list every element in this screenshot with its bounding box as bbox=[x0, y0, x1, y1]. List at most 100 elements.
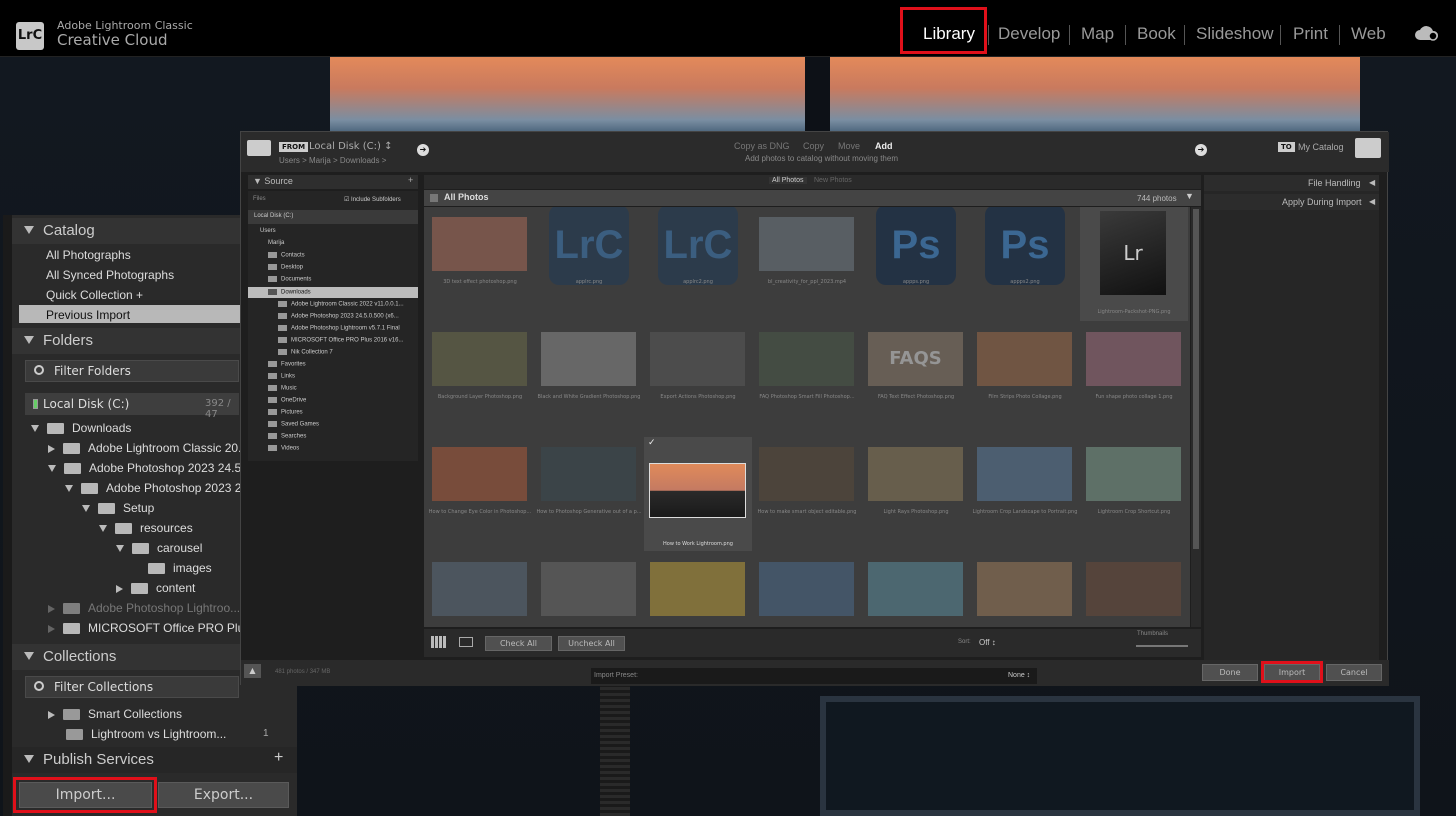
thumbnail-cell[interactable]: Lightroom Crop Landscape to Portrait.png bbox=[971, 437, 1079, 551]
thumbnail-cell[interactable] bbox=[862, 552, 970, 627]
collapse-up-icon[interactable]: ▲ bbox=[244, 664, 261, 678]
thumbnail-cell[interactable]: How to Change Eye Color in Photoshop... bbox=[426, 437, 534, 551]
add-publish-icon[interactable]: + bbox=[274, 749, 283, 767]
module-develop[interactable]: Develop bbox=[998, 24, 1060, 44]
sort-dropdown[interactable]: Off ↕ bbox=[979, 638, 996, 647]
collection-lightroom-vs[interactable]: Lightroom vs Lightroom... bbox=[66, 727, 226, 741]
grid-scrollbar[interactable] bbox=[1191, 207, 1201, 627]
catalog-all-synced[interactable]: All Synced Photographs bbox=[46, 268, 174, 282]
mode-add[interactable]: Add bbox=[875, 141, 893, 151]
module-book[interactable]: Book bbox=[1137, 24, 1176, 44]
thumbnail-cell[interactable] bbox=[426, 552, 534, 627]
thumbnail-cell[interactable]: FAQS FAQ Text Effect Photoshop.png bbox=[862, 322, 970, 436]
thumbnail-cell[interactable]: bl_creativity_for_ppl_2023.mp4 bbox=[753, 207, 861, 321]
checkmark-icon[interactable]: ✓ bbox=[648, 438, 656, 448]
done-button[interactable]: Done bbox=[1202, 664, 1258, 681]
folder-carousel[interactable]: carousel bbox=[116, 541, 202, 555]
folder-images[interactable]: images bbox=[148, 561, 212, 575]
checkbox-all-icon[interactable] bbox=[430, 194, 438, 202]
cloud-sync-icon[interactable] bbox=[1414, 24, 1440, 42]
tree-ps-2023[interactable]: Adobe Photoshop 2023 24.5.0.500 (x6... bbox=[278, 313, 399, 320]
tab-all-photos[interactable]: All Photos bbox=[769, 177, 807, 184]
tree-links[interactable]: Links bbox=[268, 373, 295, 380]
filter-collections-input[interactable]: Filter Collections bbox=[25, 676, 239, 698]
tree-pictures[interactable]: Pictures bbox=[268, 409, 303, 416]
thumbnail-cell[interactable] bbox=[753, 552, 861, 627]
import-preset-bar[interactable]: Import Preset: None ↕ bbox=[591, 668, 1037, 684]
module-slideshow[interactable]: Slideshow bbox=[1196, 24, 1274, 44]
thumbnail-cell[interactable] bbox=[644, 552, 752, 627]
tree-documents[interactable]: Documents bbox=[268, 276, 311, 283]
check-all-button[interactable]: Check All bbox=[485, 636, 552, 651]
mode-copy-dng[interactable]: Copy as DNG bbox=[734, 141, 790, 151]
tree-contacts[interactable]: Contacts bbox=[268, 252, 305, 259]
folder-setup[interactable]: Setup bbox=[82, 501, 154, 515]
tree-users[interactable]: Users bbox=[260, 228, 276, 234]
grid-view-icon[interactable] bbox=[431, 636, 447, 648]
thumbnail-cell[interactable]: Fun shape photo collage 1.png bbox=[1080, 322, 1188, 436]
include-subfolders-checkbox[interactable]: ☑ Include Subfolders bbox=[344, 196, 401, 203]
thumbnail-cell[interactable]: Ps appps.png bbox=[862, 207, 970, 321]
thumbnail-cell[interactable]: Background Layer Photoshop.png bbox=[426, 322, 534, 436]
volume-row[interactable]: Local Disk (C:) 392 / 47 bbox=[25, 393, 239, 420]
tree-downloads[interactable]: Downloads bbox=[268, 289, 311, 296]
thumbnail-cell[interactable]: Film Strips Photo Collage.png bbox=[971, 322, 1079, 436]
export-button[interactable]: Export... bbox=[158, 782, 289, 808]
collection-smart[interactable]: Smart Collections bbox=[48, 707, 182, 721]
apply-during-import-header[interactable]: Apply During Import ◀ bbox=[1204, 194, 1379, 210]
catalog-all-photographs[interactable]: All Photographs bbox=[46, 248, 131, 262]
loupe-view-icon[interactable] bbox=[459, 637, 473, 647]
thumbnail-cell[interactable]: Lightroom Crop Shortcut.png bbox=[1080, 437, 1188, 551]
grid-menu-icon[interactable]: ▼ bbox=[1185, 191, 1194, 201]
thumbnail-cell[interactable] bbox=[1080, 552, 1188, 627]
folder-microsoft-office[interactable]: MICROSOFT Office PRO Plu... bbox=[48, 621, 254, 635]
thumbnail-cell[interactable]: FAQ Photoshop Smart Fill Photoshop... bbox=[753, 322, 861, 436]
thumbnail-cell[interactable]: How to Photoshop Generative out of a p..… bbox=[535, 437, 643, 551]
tree-nik[interactable]: Nik Collection 7 bbox=[278, 349, 333, 356]
import-preset-dropdown[interactable]: None ↕ bbox=[1008, 672, 1030, 679]
filter-folders-input[interactable]: Filter Folders bbox=[25, 360, 239, 382]
module-print[interactable]: Print bbox=[1293, 24, 1328, 44]
tree-favorites[interactable]: Favorites bbox=[268, 361, 306, 368]
tree-saved-games[interactable]: Saved Games bbox=[268, 421, 319, 428]
tab-new-photos[interactable]: New Photos bbox=[814, 177, 852, 184]
folder-photoshop-2023[interactable]: Adobe Photoshop 2023 24.5... bbox=[48, 461, 251, 475]
folder-content[interactable]: content bbox=[116, 581, 195, 595]
uncheck-all-button[interactable]: Uncheck All bbox=[558, 636, 625, 651]
thumbnail-cell[interactable]: Light Rays Photoshop.png bbox=[862, 437, 970, 551]
mode-move[interactable]: Move bbox=[838, 141, 860, 151]
folder-downloads[interactable]: Downloads bbox=[31, 421, 131, 435]
tree-music[interactable]: Music bbox=[268, 385, 297, 392]
folder-photoshop-lightroom[interactable]: Adobe Photoshop Lightroo... bbox=[48, 601, 240, 615]
folder-resources[interactable]: resources bbox=[99, 521, 193, 535]
thumbnail-cell[interactable]: ✓ How to Work Lightroom.png bbox=[644, 437, 752, 551]
source-panel-header[interactable]: ▼ Source + bbox=[248, 175, 418, 189]
thumbnail-cell[interactable] bbox=[535, 552, 643, 627]
module-web[interactable]: Web bbox=[1351, 24, 1386, 44]
tree-marija[interactable]: Marija bbox=[268, 240, 284, 246]
catalog-previous-import[interactable]: Previous Import bbox=[46, 308, 130, 322]
thumbnail-cell[interactable]: LrC applrc.png bbox=[535, 207, 643, 321]
folder-photoshop-2023-sub[interactable]: Adobe Photoshop 2023 2... bbox=[65, 481, 251, 495]
thumbnail-cell[interactable]: 3D text effect photoshop.png bbox=[426, 207, 534, 321]
thumbnail-cell[interactable]: Lr Lightroom-Packshot-PNG.png bbox=[1080, 207, 1188, 321]
tree-searches[interactable]: Searches bbox=[268, 433, 306, 440]
thumbnail-cell[interactable]: How to make smart object editable.png bbox=[753, 437, 861, 551]
module-map[interactable]: Map bbox=[1081, 24, 1114, 44]
catalog-quick-collection[interactable]: Quick Collection + bbox=[46, 288, 143, 302]
thumbnail-size-slider[interactable] bbox=[1136, 645, 1188, 647]
tree-lr-v5[interactable]: Adobe Photoshop Lightroom v5.7.1 Final bbox=[278, 325, 400, 332]
mode-copy[interactable]: Copy bbox=[803, 141, 824, 151]
thumbnail-cell[interactable]: Export Actions Photoshop.png bbox=[644, 322, 752, 436]
tree-videos[interactable]: Videos bbox=[268, 445, 299, 452]
thumbnail-cell[interactable]: LrC applrc2.png bbox=[644, 207, 752, 321]
add-source-icon[interactable]: + bbox=[408, 175, 413, 185]
tree-lrc-2022[interactable]: Adobe Lightroom Classic 2022 v11.0.0.1..… bbox=[278, 301, 404, 308]
destination-name[interactable]: My Catalog bbox=[1298, 142, 1344, 152]
thumbnail-cell[interactable]: Ps appps2.png bbox=[971, 207, 1079, 321]
tree-onedrive[interactable]: OneDrive bbox=[268, 397, 306, 404]
tree-desktop[interactable]: Desktop bbox=[268, 264, 303, 271]
tree-ms-office[interactable]: MICROSOFT Office PRO Plus 2016 v16... bbox=[278, 337, 403, 344]
source-selector[interactable]: Local Disk (C:) ↕ bbox=[309, 141, 393, 152]
folder-lightroom-classic[interactable]: Adobe Lightroom Classic 20... bbox=[48, 441, 248, 455]
